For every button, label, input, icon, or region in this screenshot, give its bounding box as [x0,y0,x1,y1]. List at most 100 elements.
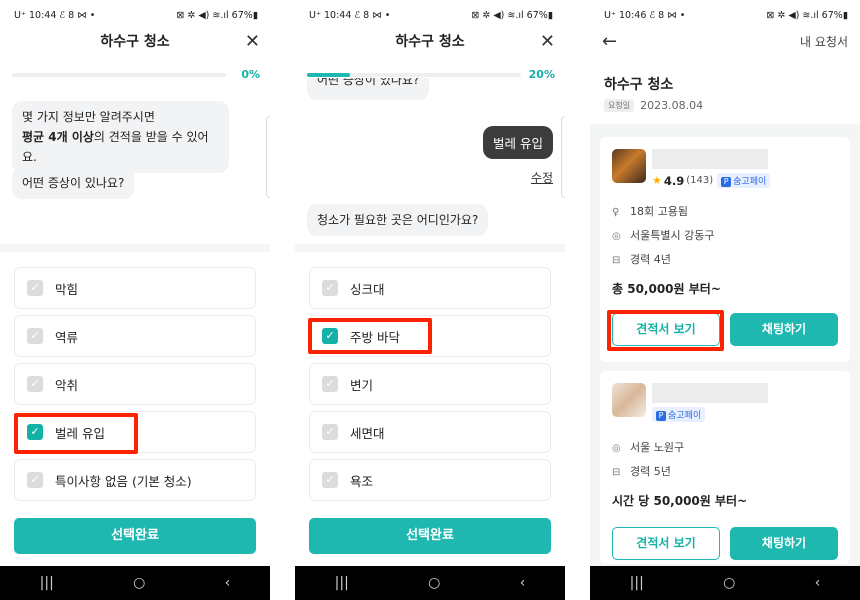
provider-name-blurred [652,149,768,169]
career-text: 경력 5년 [630,465,671,478]
pay-badge-label: 숨고페이 [733,177,767,187]
home-icon[interactable]: ○ [133,575,145,591]
checkbox-icon: ✓ [322,472,338,488]
option-washbasin[interactable]: ✓ 세면대 [309,411,551,453]
rating-row: P 숨고페이 [652,407,768,422]
status-bar: U⁺ 10:44 ℰ 8 ⋈ • ⊠ ✲ ◀) ≋.ıl 67%▮ [0,0,270,30]
checkbox-icon: ✓ [322,376,338,392]
option-label: 특이사항 없음 (기본 청소) [55,473,192,489]
screen-location-question: U⁺ 10:44 ℰ 8 ⋈ • ⊠ ✲ ◀) ≋.ıl 67%▮ 하수구 청소… [295,0,565,600]
page-title: 하수구 청소 [100,34,170,50]
option-label: 막힘 [55,281,79,297]
provider-card[interactable]: ★ 4.9 (143) P 숨고페이 ♀ 18회 고용됨 ◎ 서울특별시 강동구 ⊟ 경… [600,137,850,362]
recent-apps-icon[interactable]: ||| [40,575,54,591]
rating-count: (143) [686,175,714,186]
close-icon[interactable]: ✕ [245,30,260,54]
option-label: 변기 [350,377,374,393]
back-nav-icon[interactable]: ‹ [225,575,231,591]
checkbox-checked-icon: ✓ [27,424,43,440]
answer-bubble: 벌레 유입 [483,126,553,159]
option-toilet[interactable]: ✓ 변기 [309,363,551,405]
rating-value: 4.9 [663,173,685,188]
back-nav-icon[interactable]: ‹ [815,575,821,591]
view-quote-button[interactable]: 견적서 보기 [612,313,720,346]
provider-avatar [612,149,646,183]
divider [0,244,270,252]
back-arrow-icon[interactable]: ← [602,30,617,54]
side-edge [266,116,270,198]
divider [295,244,565,252]
request-date: 2023.08.04 [640,99,704,112]
status-right: ⊠ ✲ ◀) ≋.ıl 67%▮ [471,9,553,21]
edit-link[interactable]: 수정 [531,169,553,186]
checkbox-icon: ✓ [322,424,338,440]
side-edge [561,116,565,198]
location-icon: ◎ [612,231,621,242]
progress-fill [307,73,350,77]
option-label: 악취 [55,377,79,393]
option-label: 세면대 [350,425,385,441]
pay-icon: P [656,411,666,421]
system-nav-bar: ||| ○ ‹ [295,566,565,600]
career-text: 경력 4년 [630,253,671,266]
intro-bubble: 몇 가지 정보만 알려주시면 평균 4개 이상의 견적을 받을 수 있어요. [12,101,229,173]
option-label: 싱크대 [350,281,385,297]
checkbox-icon: ✓ [27,472,43,488]
trophy-icon: ♀ [612,207,620,218]
recent-apps-icon[interactable]: ||| [335,575,349,591]
submit-button[interactable]: 선택완료 [309,518,551,554]
question-bubble: 어떤 증상이 있나요? [12,167,135,199]
my-request-link[interactable]: 내 요청서 [800,30,848,54]
answer-text: 벌레 유입 [493,136,543,151]
system-nav-bar: ||| ○ ‹ [590,566,860,600]
checkbox-icon: ✓ [27,280,43,296]
option-clog[interactable]: ✓ 막힘 [14,267,256,309]
chat-button[interactable]: 채팅하기 [730,527,838,560]
chat-button[interactable]: 채팅하기 [730,313,838,346]
close-icon[interactable]: ✕ [540,30,555,54]
home-icon[interactable]: ○ [428,575,440,591]
option-backflow[interactable]: ✓ 역류 [14,315,256,357]
home-icon[interactable]: ○ [723,575,735,591]
back-nav-icon[interactable]: ‹ [520,575,526,591]
provider-info: ♀ 18회 고용됨 ◎ 서울특별시 강동구 ⊟ 경력 4년 [612,200,838,272]
rating-row: ★ 4.9 (143) P 숨고페이 [652,173,771,188]
option-sink[interactable]: ✓ 싱크대 [309,267,551,309]
previous-question-text: 어떤 증상이 있나요? [317,78,420,87]
option-bathtub[interactable]: ✓ 욕조 [309,459,551,501]
provider-name-blurred [652,383,768,403]
submit-button[interactable]: 선택완료 [14,518,256,554]
pay-badge-label: 숨고페이 [668,411,702,421]
page-header: 하수구 청소 ✕ [0,30,270,54]
option-kitchen-floor[interactable]: ✓ 주방 바닥 [309,315,551,357]
status-right: ⊠ ✲ ◀) ≋.ıl 67%▮ [176,9,258,21]
screen-quotes-list: U⁺ 10:46 ℰ 8 ⋈ • ⊠ ✲ ◀) ≋.ıl 67%▮ ← 내 요청… [590,0,860,600]
question-text: 청소가 필요한 곳은 어디인가요? [317,213,479,227]
option-label: 역류 [55,329,79,345]
pay-badge: P 숨고페이 [652,407,706,422]
location-icon: ◎ [612,443,621,454]
briefcase-icon: ⊟ [612,255,621,266]
option-none[interactable]: ✓ 특이사항 없음 (기본 청소) [14,459,256,501]
info-row: ◎ 서울특별시 강동구 [612,224,838,248]
option-label: 벌레 유입 [55,425,105,441]
card-actions: 견적서 보기 채팅하기 [612,313,838,346]
checkbox-icon: ✓ [322,280,338,296]
page-header: 하수구 청소 ✕ [295,30,565,54]
status-right: ⊠ ✲ ◀) ≋.ıl 67%▮ [766,9,848,21]
checkbox-checked-icon: ✓ [322,328,338,344]
info-row: ♀ 18회 고용됨 [612,200,838,224]
option-odor[interactable]: ✓ 악취 [14,363,256,405]
view-quote-button[interactable]: 견적서 보기 [612,527,720,560]
question-bubble: 청소가 필요한 곳은 어디인가요? [307,204,489,236]
service-title: 하수구 청소 [604,77,674,93]
pay-badge: P 숨고페이 [717,173,771,188]
progress-percent: 20% [528,68,555,81]
option-bugs[interactable]: ✓ 벌레 유입 [14,411,256,453]
recent-apps-icon[interactable]: ||| [630,575,644,591]
option-label: 주방 바닥 [350,329,400,345]
option-label: 욕조 [350,473,374,489]
provider-card[interactable]: P 숨고페이 ◎ 서울 노원구 ⊟ 경력 5년 시간 당 50,000원 부터~ 견적… [600,371,850,564]
intro-bold: 평균 4개 이상 [22,130,94,144]
page-header: ← 내 요청서 [590,30,860,54]
